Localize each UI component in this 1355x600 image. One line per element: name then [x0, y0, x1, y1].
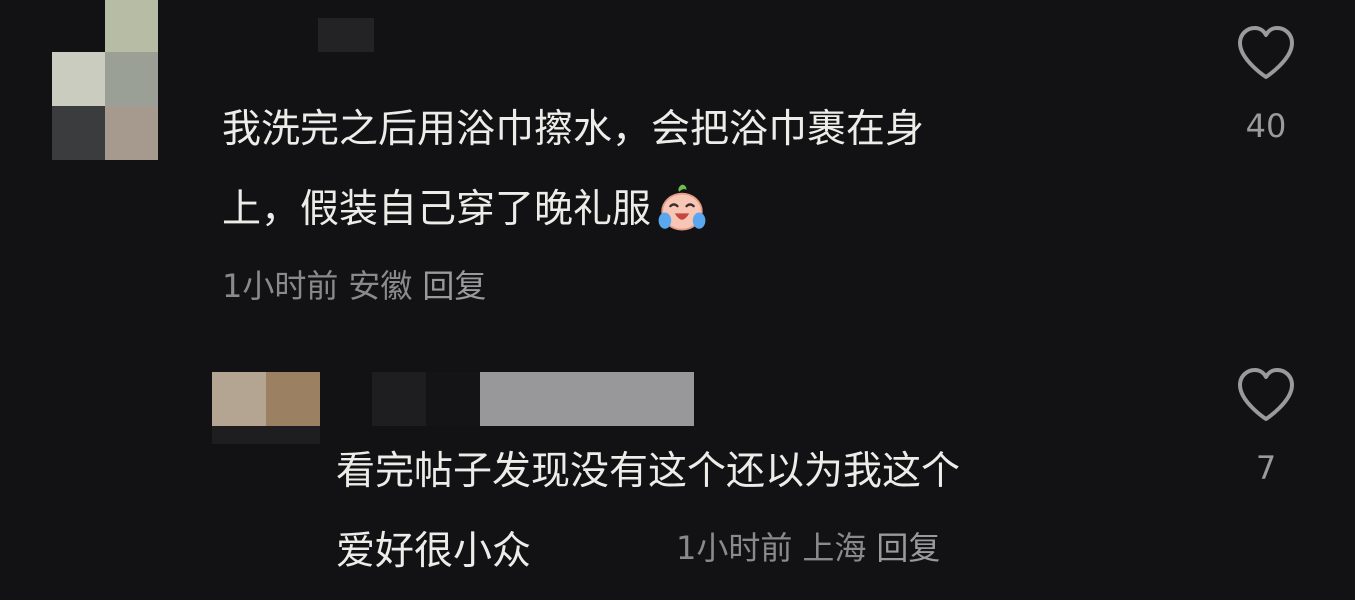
like-count: 40	[1245, 107, 1287, 145]
comment-location: 上海	[802, 529, 867, 567]
username[interactable]	[372, 372, 694, 426]
comment-body: 我洗完之后用浴巾擦水，会把浴巾裹在身 上，假装自己穿了晚礼服	[222, 90, 924, 250]
comment-body: 看完帖子发现没有这个还以为我这个 爱好很小众	[336, 432, 960, 592]
comment-meta: 1小时前 上海 回复	[676, 528, 950, 568]
comment-time: 1小时前	[676, 529, 793, 567]
avatar[interactable]	[52, 0, 158, 160]
comment-location: 安徽	[348, 267, 413, 305]
like-button[interactable]: 40	[1226, 24, 1306, 146]
reply-button[interactable]: 回复	[422, 267, 486, 305]
reply-button[interactable]: 回复	[876, 529, 940, 567]
comment-line: 看完帖子发现没有这个还以为我这个	[336, 449, 961, 494]
laughing-crying-emoji	[658, 184, 706, 230]
comment-list: 我洗完之后用浴巾擦水，会把浴巾裹在身 上，假装自己穿了晚礼服 1小时前 安徽 回复	[0, 0, 1355, 600]
username[interactable]	[318, 18, 374, 52]
heart-outline-icon	[1238, 368, 1294, 421]
heart-outline-icon	[1238, 26, 1294, 79]
comment-time: 1小时前	[222, 267, 339, 305]
avatar[interactable]	[212, 372, 320, 444]
comment-meta: 1小时前 安徽 回复	[222, 266, 496, 306]
like-button[interactable]: 7	[1226, 366, 1306, 488]
comment-line: 我洗完之后用浴巾擦水，会把浴巾裹在身	[222, 107, 925, 152]
comment-line: 上，假装自己穿了晚礼服	[222, 170, 924, 250]
like-count: 7	[1255, 449, 1277, 487]
